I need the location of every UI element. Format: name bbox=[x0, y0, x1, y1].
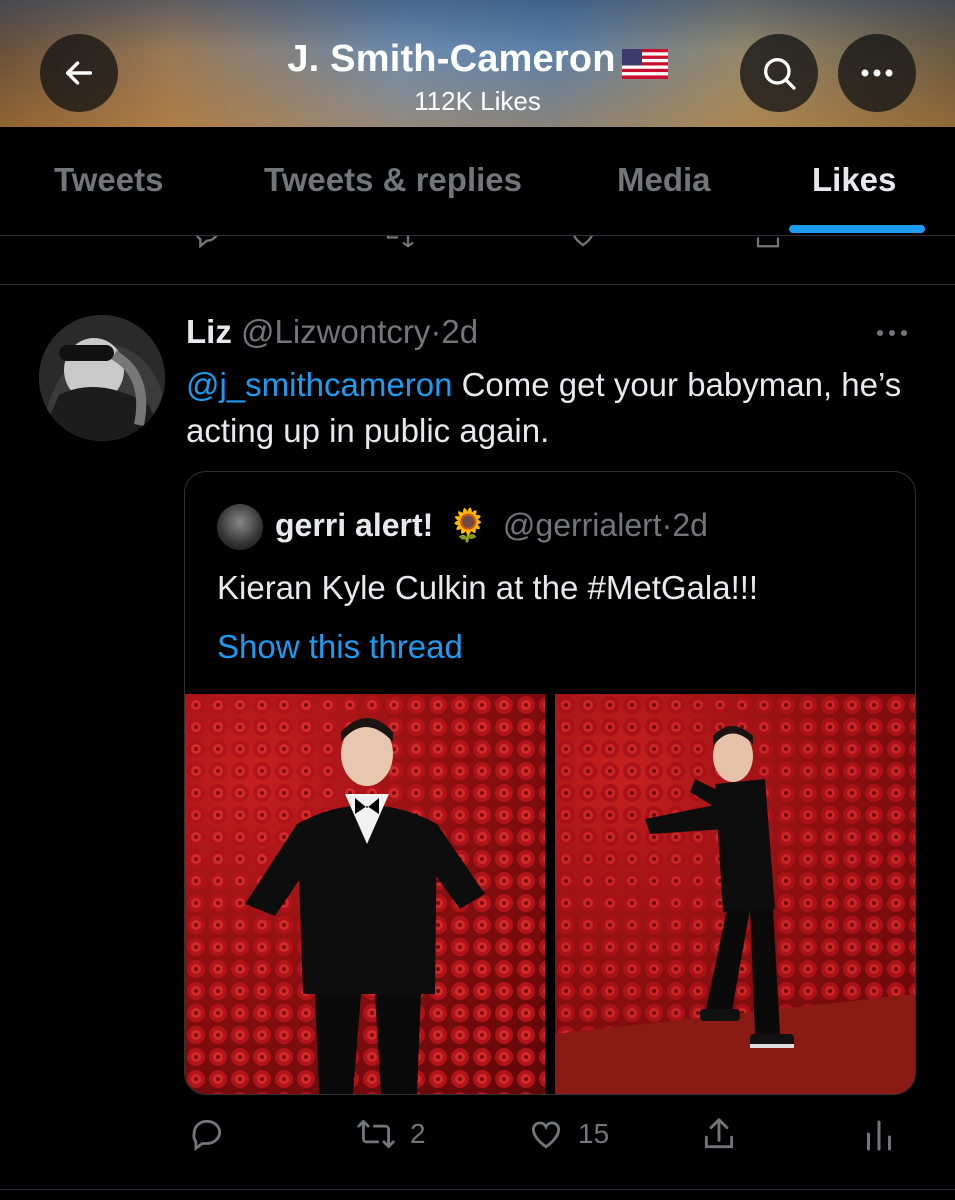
separator-dot: · bbox=[430, 313, 442, 350]
quoted-display-name: gerri alert! bbox=[275, 507, 434, 543]
tab-media[interactable]: Media bbox=[617, 161, 711, 199]
more-dots-icon bbox=[877, 330, 907, 336]
quoted-handle: @gerrialert bbox=[502, 507, 662, 543]
quoted-tweet-card[interactable]: gerri alert! 🌻 @gerrialert·2d Kieran Kyl… bbox=[184, 471, 916, 1095]
share-button[interactable] bbox=[700, 1115, 738, 1153]
quoted-time: 2d bbox=[672, 507, 708, 543]
retweet-button[interactable]: 2 bbox=[354, 1115, 426, 1153]
likes-count: 112K Likes bbox=[414, 86, 541, 117]
retweet-count: 2 bbox=[410, 1118, 426, 1149]
previous-tweet-actions bbox=[0, 236, 955, 285]
us-flag-icon bbox=[621, 49, 668, 84]
tweet-header: Liz @Lizwontcry·2d bbox=[186, 313, 478, 351]
show-thread-link[interactable]: Show this thread bbox=[217, 628, 463, 666]
like-icon[interactable] bbox=[565, 236, 601, 250]
author-handle[interactable]: @Lizwontcry bbox=[241, 313, 430, 350]
divider bbox=[0, 1189, 955, 1190]
profile-tabs: Tweets Tweets & replies Media Likes bbox=[0, 127, 955, 236]
analytics-button[interactable] bbox=[864, 1115, 894, 1153]
share-icon[interactable] bbox=[750, 236, 786, 250]
mention-link[interactable]: @j_smithcameron bbox=[186, 366, 452, 403]
quoted-tweet-header: gerri alert! 🌻 @gerrialert·2d bbox=[275, 506, 708, 544]
tweet-photo-2[interactable] bbox=[555, 694, 915, 1094]
retweet-icon bbox=[357, 1120, 395, 1148]
quoted-avatar[interactable] bbox=[217, 504, 263, 550]
author-display-name[interactable]: Liz bbox=[186, 313, 232, 350]
tweet-time[interactable]: 2d bbox=[441, 313, 478, 350]
active-tab-indicator bbox=[789, 225, 925, 233]
header-title-block: J. Smith-Cameron 112K Likes bbox=[0, 38, 955, 117]
share-icon bbox=[704, 1118, 734, 1149]
reply-button[interactable] bbox=[188, 1115, 238, 1153]
reply-icon bbox=[192, 1119, 222, 1152]
like-count: 15 bbox=[578, 1118, 610, 1149]
avatar[interactable] bbox=[39, 315, 165, 441]
tab-likes[interactable]: Likes bbox=[812, 161, 896, 199]
retweet-icon[interactable] bbox=[378, 236, 418, 250]
tweet-text: @j_smithcameron Come get your babyman, h… bbox=[186, 362, 926, 454]
tweet-actions: 2 15 bbox=[0, 1105, 955, 1165]
separator-dot: · bbox=[661, 507, 673, 543]
reply-icon[interactable] bbox=[189, 236, 225, 250]
sunflower-emoji: 🌻 bbox=[448, 507, 489, 543]
heart-icon bbox=[531, 1121, 561, 1149]
profile-name: J. Smith-Cameron bbox=[287, 38, 616, 80]
analytics-icon bbox=[867, 1120, 891, 1151]
like-button[interactable]: 15 bbox=[526, 1115, 609, 1153]
quoted-tweet-text: Kieran Kyle Culkin at the #MetGala!!! bbox=[217, 569, 759, 606]
profile-header-banner: J. Smith-Cameron 112K Likes bbox=[0, 0, 955, 127]
tweet-more-button[interactable] bbox=[874, 312, 910, 346]
tweet-photo-1[interactable] bbox=[185, 694, 545, 1094]
tab-tweets-and-replies[interactable]: Tweets & replies bbox=[264, 161, 522, 199]
tab-tweets[interactable]: Tweets bbox=[54, 161, 163, 199]
